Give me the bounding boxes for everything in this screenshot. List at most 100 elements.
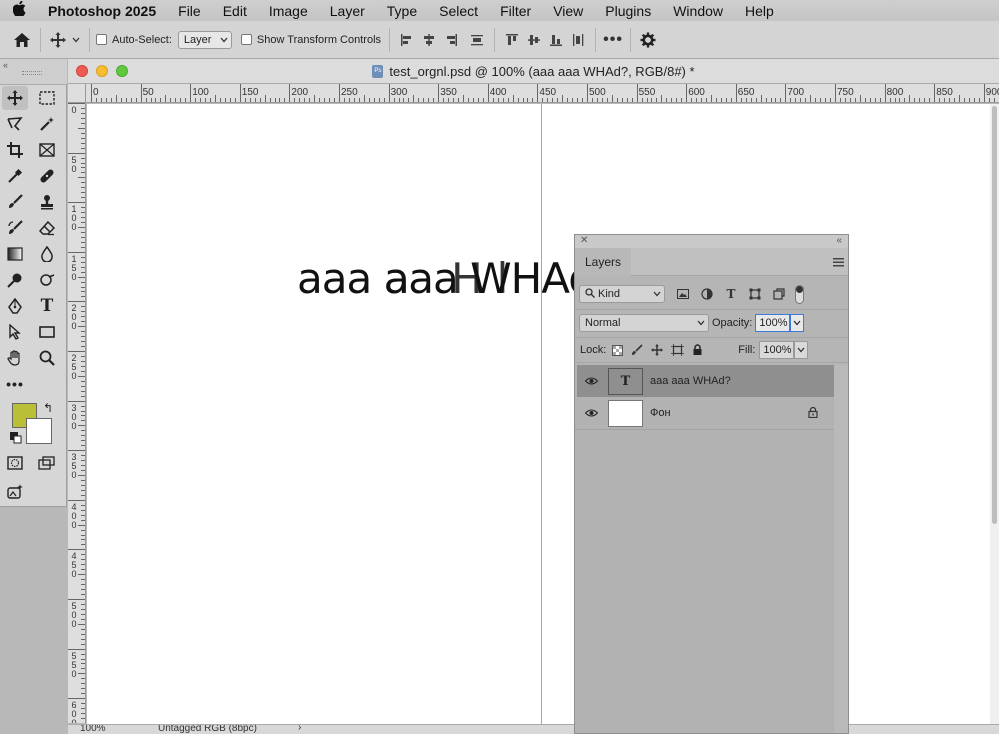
clone-stamp-icon[interactable] xyxy=(34,190,60,214)
more-options-icon[interactable]: ••• xyxy=(602,29,624,51)
tab-layers[interactable]: Layers xyxy=(575,248,631,276)
background-color-swatch[interactable] xyxy=(26,418,52,444)
crop-icon[interactable] xyxy=(2,138,28,162)
align-horizontal-centers-icon[interactable] xyxy=(418,29,440,51)
close-icon[interactable]: ✕ xyxy=(580,235,588,246)
tools-panel-header[interactable]: « xyxy=(0,59,67,85)
vertical-ruler[interactable]: 0 50 100 150 200 250 300 350 400 450 500 550 600 xyxy=(68,103,86,723)
quick-mask-icon[interactable] xyxy=(2,451,28,475)
menu-window[interactable]: Window xyxy=(662,3,734,19)
history-brush-icon[interactable] xyxy=(2,216,28,240)
menu-type[interactable]: Type xyxy=(376,3,428,19)
zoom-window-button[interactable] xyxy=(116,65,128,77)
auto-select-target-dropdown[interactable]: Layer xyxy=(177,30,232,49)
distribute-vertical-icon[interactable] xyxy=(466,29,488,51)
healing-brush-icon[interactable] xyxy=(34,164,60,188)
menu-filter[interactable]: Filter xyxy=(489,3,542,19)
lock-artboard-icon[interactable] xyxy=(667,340,687,360)
vertical-scrollbar[interactable] xyxy=(990,104,999,724)
lock-transparent-pixels-icon[interactable] xyxy=(607,340,627,360)
grip-icon[interactable] xyxy=(22,71,42,75)
gradient-icon[interactable] xyxy=(2,242,28,266)
chevron-right-icon[interactable]: › xyxy=(298,725,301,733)
filter-type-icon[interactable]: T xyxy=(721,284,741,304)
document-canvas[interactable]: aaa aaa WHAd? a Hl xyxy=(87,104,990,724)
pen-freeform-icon[interactable] xyxy=(34,268,60,292)
zoom-icon[interactable] xyxy=(34,346,60,370)
hand-icon[interactable] xyxy=(2,346,28,370)
filter-smart-object-icon[interactable] xyxy=(769,284,789,304)
collapse-arrows-icon[interactable]: « xyxy=(3,60,8,70)
align-vertical-centers-icon[interactable] xyxy=(523,29,545,51)
apple-menu-icon[interactable] xyxy=(0,0,38,21)
pen-icon[interactable] xyxy=(2,294,28,318)
chevron-down-icon[interactable] xyxy=(69,29,83,51)
blur-icon[interactable] xyxy=(34,242,60,266)
align-top-edges-icon[interactable] xyxy=(501,29,523,51)
lock-all-icon[interactable] xyxy=(687,340,707,360)
horizontal-ruler[interactable]: 0 50 100 150 200 250 300 350 400 450 500 550 600 650 7… xyxy=(86,84,999,103)
filter-toggle-switch[interactable] xyxy=(795,284,804,304)
lock-icon[interactable] xyxy=(808,406,818,421)
filter-pixel-icon[interactable] xyxy=(673,284,693,304)
opacity-input[interactable]: 100% xyxy=(755,313,791,332)
layer-row-text[interactable]: T aaa aaa WHAd? xyxy=(577,365,834,397)
type-tool-icon[interactable]: T xyxy=(34,294,60,318)
eye-icon[interactable] xyxy=(577,377,605,385)
panel-menu-icon[interactable] xyxy=(833,256,844,270)
document-profile[interactable]: Untagged RGB (8bpc) xyxy=(158,725,257,734)
rectangle-icon[interactable] xyxy=(34,320,60,344)
layer-row-background[interactable]: Фон xyxy=(577,397,834,429)
menu-plugins[interactable]: Plugins xyxy=(594,3,662,19)
document-title-bar[interactable]: Ps test_orgnl.psd @ 100% (aaa aaa WHAd?,… xyxy=(68,59,999,84)
ruler-origin[interactable] xyxy=(68,84,86,103)
layer-name[interactable]: Фон xyxy=(650,407,671,419)
menu-select[interactable]: Select xyxy=(428,3,489,19)
lock-position-icon[interactable] xyxy=(647,340,667,360)
eye-icon[interactable] xyxy=(577,409,605,417)
home-icon[interactable] xyxy=(10,29,34,51)
menu-layer[interactable]: Layer xyxy=(319,3,376,19)
edit-toolbar-icon[interactable]: ••• xyxy=(2,372,28,396)
align-right-edges-icon[interactable] xyxy=(440,29,462,51)
eraser-icon[interactable] xyxy=(34,216,60,240)
generative-image-icon[interactable] xyxy=(2,480,28,504)
default-colors-icon[interactable] xyxy=(10,432,22,447)
gear-icon[interactable] xyxy=(637,29,659,51)
move-tool-icon[interactable] xyxy=(2,86,28,110)
vertical-guide[interactable] xyxy=(541,104,542,724)
show-transform-checkbox[interactable] xyxy=(240,34,252,45)
path-selection-icon[interactable] xyxy=(2,320,28,344)
magic-wand-icon[interactable] xyxy=(34,112,60,136)
align-left-edges-icon[interactable] xyxy=(396,29,418,51)
menu-help[interactable]: Help xyxy=(734,3,785,19)
fill-input[interactable]: 100% xyxy=(759,341,795,359)
opacity-slider-toggle[interactable] xyxy=(790,313,805,332)
lasso-icon[interactable] xyxy=(2,112,28,136)
app-menu[interactable]: Photoshop 2025 xyxy=(38,3,167,19)
distribute-horizontal-icon[interactable] xyxy=(567,29,589,51)
swap-colors-icon[interactable]: ↰ xyxy=(43,401,53,415)
lock-image-pixels-icon[interactable] xyxy=(627,340,647,360)
filter-adjustment-icon[interactable] xyxy=(697,284,717,304)
auto-select-checkbox[interactable] xyxy=(96,34,107,45)
menu-file[interactable]: File xyxy=(167,3,212,19)
panel-header[interactable]: ✕ « xyxy=(575,235,848,248)
fill-slider-toggle[interactable] xyxy=(794,341,809,359)
brush-icon[interactable] xyxy=(2,190,28,214)
menu-image[interactable]: Image xyxy=(258,3,319,19)
frame-icon[interactable] xyxy=(34,138,60,162)
filter-shape-icon[interactable] xyxy=(745,284,765,304)
layer-name[interactable]: aaa aaa WHAd? xyxy=(650,375,731,387)
rectangular-marquee-icon[interactable] xyxy=(34,86,60,110)
collapse-arrows-icon[interactable]: « xyxy=(836,235,842,246)
scrollbar-thumb[interactable] xyxy=(992,106,997,524)
close-window-button[interactable] xyxy=(76,65,88,77)
align-bottom-edges-icon[interactable] xyxy=(545,29,567,51)
menu-edit[interactable]: Edit xyxy=(212,3,258,19)
blend-mode-dropdown[interactable]: Normal xyxy=(579,313,709,332)
zoom-level[interactable]: 100% xyxy=(80,725,106,734)
filter-kind-dropdown[interactable]: Kind xyxy=(579,285,665,303)
move-tool-preset-icon[interactable] xyxy=(47,29,69,51)
dodge-icon[interactable] xyxy=(2,268,28,292)
